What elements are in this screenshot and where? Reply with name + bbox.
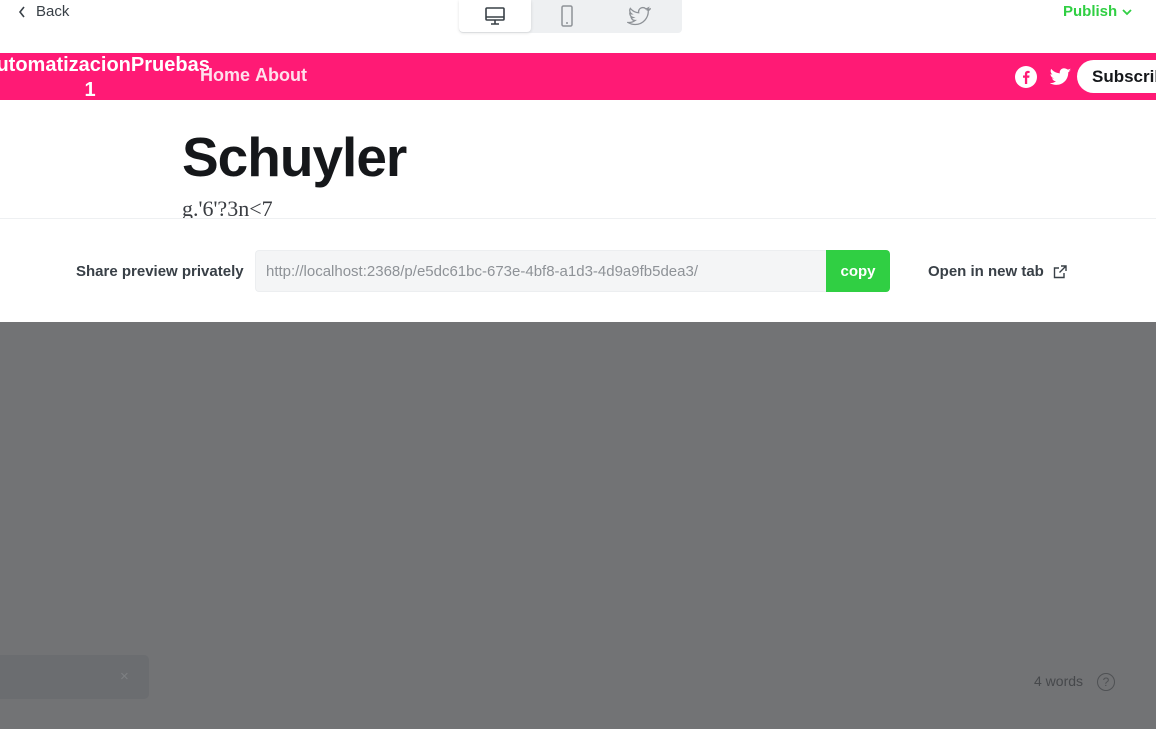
subscribe-button[interactable]: Subscribe: [1077, 60, 1156, 93]
post-excerpt: g.'6'?3n<7: [182, 196, 273, 218]
open-in-new-tab-link[interactable]: Open in new tab: [928, 263, 1067, 280]
mobile-preview-button[interactable]: [531, 0, 603, 32]
publish-label: Publish: [1063, 3, 1118, 20]
back-button[interactable]: Back: [18, 3, 69, 20]
close-icon[interactable]: ×: [120, 668, 129, 685]
twitter-icon[interactable]: [1050, 67, 1072, 87]
post-title: Schuyler: [182, 126, 407, 188]
site-title[interactable]: AutomatizacionPruebas 1: [0, 53, 210, 103]
desktop-icon: [485, 7, 505, 25]
device-switcher: [459, 0, 682, 33]
site-preview: AutomatizacionPruebas 1 Home About Subsc…: [0, 53, 1156, 218]
share-preview-bar: Share preview privately copy Open in new…: [0, 218, 1156, 322]
twitter-preview-button[interactable]: [603, 0, 675, 32]
back-label: Back: [36, 3, 70, 20]
external-link-icon: [1053, 264, 1067, 278]
publish-menu-button[interactable]: Publish: [1063, 3, 1132, 20]
site-navbar: AutomatizacionPruebas 1 Home About Subsc…: [0, 53, 1156, 103]
nav-link-home[interactable]: Home: [200, 65, 250, 86]
preview-toolbar: Back Publish: [0, 0, 1156, 53]
facebook-icon[interactable]: [1015, 66, 1037, 88]
word-count: 4 words: [1034, 673, 1084, 689]
share-preview-label: Share preview privately: [76, 263, 244, 280]
mobile-icon: [561, 5, 573, 27]
copy-url-button[interactable]: copy: [826, 250, 890, 292]
chevron-left-icon: [18, 6, 25, 17]
help-icon[interactable]: ?: [1097, 673, 1115, 691]
chevron-down-icon: [1122, 8, 1132, 15]
preview-url-field[interactable]: [255, 250, 827, 292]
open-in-new-tab-label: Open in new tab: [928, 263, 1044, 280]
twitter-icon: [627, 6, 651, 26]
site-nav-links: Home About: [200, 65, 307, 86]
nav-link-about[interactable]: About: [255, 65, 307, 86]
desktop-preview-button[interactable]: [459, 0, 531, 32]
